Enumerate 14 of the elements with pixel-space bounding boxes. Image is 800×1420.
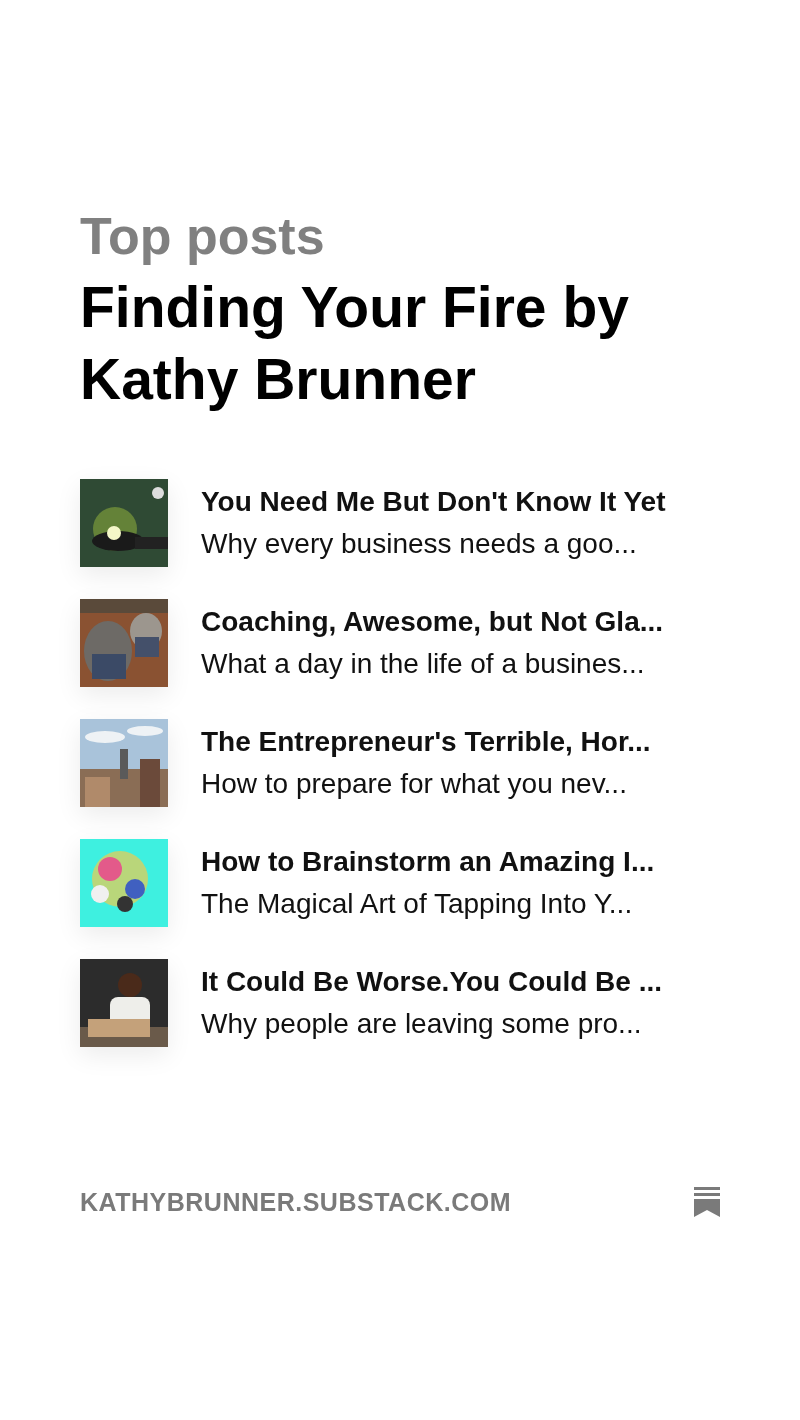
publication-domain[interactable]: KATHYBRUNNER.SUBSTACK.COM [80,1187,511,1217]
section-heading: Top posts [80,206,326,267]
post-title[interactable]: How to Brainstorm an Amazing I... [201,844,655,880]
post-title[interactable]: The Entrepreneur's Terrible, Hor... [201,724,651,760]
post-subtitle: Why people are leaving some pro... [201,1007,643,1041]
bookmark-icon [694,1187,720,1217]
post-title[interactable]: It Could Be Worse.You Could Be ... [201,964,662,1000]
post-subtitle: What a day in the life of a busines... [201,647,646,681]
post-title[interactable]: You Need Me But Don't Know It Yet [201,484,666,520]
post-subtitle: How to prepare for what you nev... [201,767,628,801]
post-subtitle: The Magical Art of Tapping Into Y... [201,887,634,921]
publication-title: Finding Your Fire by Kathy Brunner [80,274,630,413]
post-title[interactable]: Coaching, Awesome, but Not Gla... [201,604,664,640]
post-subtitle: Why every business needs a goo... [201,527,638,561]
